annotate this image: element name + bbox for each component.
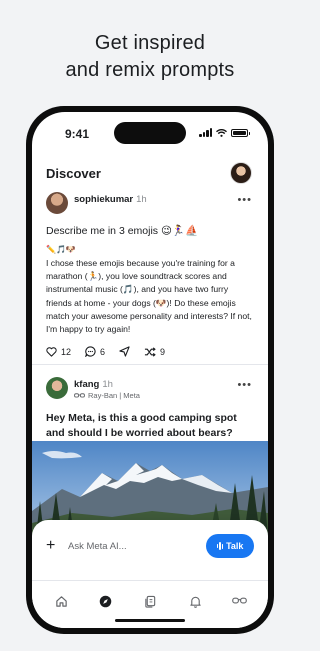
page-title: Discover [46, 166, 101, 181]
heart-icon [46, 347, 57, 357]
glasses-icon [231, 597, 247, 604]
post-card: sophiekumar 1h ••• Describe me in 3 emoji… [46, 192, 254, 358]
profile-avatar[interactable] [230, 162, 252, 184]
tab-glasses[interactable] [230, 592, 248, 610]
avatar[interactable] [46, 377, 68, 399]
tab-notifications[interactable] [186, 592, 204, 610]
shuffle-icon [144, 347, 156, 357]
post-author[interactable]: kfang 1h [74, 379, 113, 390]
library-icon [144, 595, 155, 608]
comment-button[interactable]: 6 [85, 346, 106, 358]
battery-icon [231, 128, 250, 137]
add-attachment-button[interactable]: + [46, 537, 55, 555]
status-icons [199, 128, 250, 137]
more-options-icon[interactable]: ••• [237, 194, 252, 206]
device-label: Ray-Ban | Meta [74, 391, 140, 400]
post-title: Describe me in 3 emojis 😉🏃‍♀️⛵ [46, 225, 199, 237]
post-divider [32, 364, 268, 365]
post-card: kfang 1h Ray-Ban | Meta ••• Hey Meta, is … [46, 377, 254, 441]
talk-button[interactable]: Talk [206, 534, 254, 558]
post-title: Hey Meta, is this a good camping spot an… [46, 412, 237, 439]
remix-button[interactable]: 9 [144, 347, 165, 357]
talk-label: Talk [226, 541, 244, 551]
status-bar: 9:41 [32, 112, 268, 152]
more-options-icon[interactable]: ••• [237, 379, 252, 391]
composer-bar: + Talk [32, 520, 268, 582]
post-emojis: ✏️🎵🐶 [46, 245, 76, 254]
dynamic-island [114, 122, 186, 144]
share-button[interactable] [119, 346, 130, 357]
device-name: Ray-Ban | Meta [88, 391, 140, 400]
signal-icon [199, 128, 212, 137]
post-time: 1h [136, 194, 147, 205]
home-icon [55, 595, 67, 607]
username[interactable]: sophiekumar [74, 194, 133, 205]
like-button[interactable]: 12 [46, 347, 71, 357]
phone-screen: 9:41 Discover sophiekumar 1h ••• Describ… [32, 112, 268, 628]
username[interactable]: kfang [74, 379, 99, 390]
ask-meta-ai-input[interactable] [68, 536, 198, 556]
status-time: 9:41 [65, 127, 90, 141]
post-actions: 12 6 9 [46, 346, 254, 358]
headline-line1: Get inspired [94, 32, 206, 54]
post-body: I chose these emojis because you're trai… [46, 258, 252, 335]
post-time: 1h [102, 379, 113, 390]
discover-icon [99, 595, 111, 607]
phone-frame: 9:41 Discover sophiekumar 1h ••• Describ… [26, 106, 274, 634]
send-icon [119, 346, 130, 357]
remix-count: 9 [160, 346, 166, 357]
comment-icon [85, 346, 96, 358]
tab-library[interactable] [141, 592, 159, 610]
tab-home[interactable] [52, 592, 70, 610]
post-author[interactable]: sophiekumar 1h [74, 194, 147, 205]
post-header: sophiekumar 1h ••• [46, 192, 254, 218]
wifi-icon [216, 128, 227, 137]
avatar[interactable] [46, 192, 68, 214]
top-bar: Discover [46, 162, 254, 186]
home-indicator [115, 619, 185, 622]
bottom-tab-bar [32, 580, 268, 628]
bell-icon [189, 596, 201, 608]
post-header: kfang 1h Ray-Ban | Meta ••• [46, 377, 254, 403]
like-count: 12 [61, 346, 72, 357]
headline-line2: and remix prompts [65, 59, 235, 81]
headline: Get inspired and remix prompts [0, 30, 300, 84]
voice-wave-icon [216, 542, 224, 550]
glasses-icon [74, 393, 85, 398]
tab-discover[interactable] [96, 592, 114, 610]
comment-count: 6 [100, 346, 106, 357]
